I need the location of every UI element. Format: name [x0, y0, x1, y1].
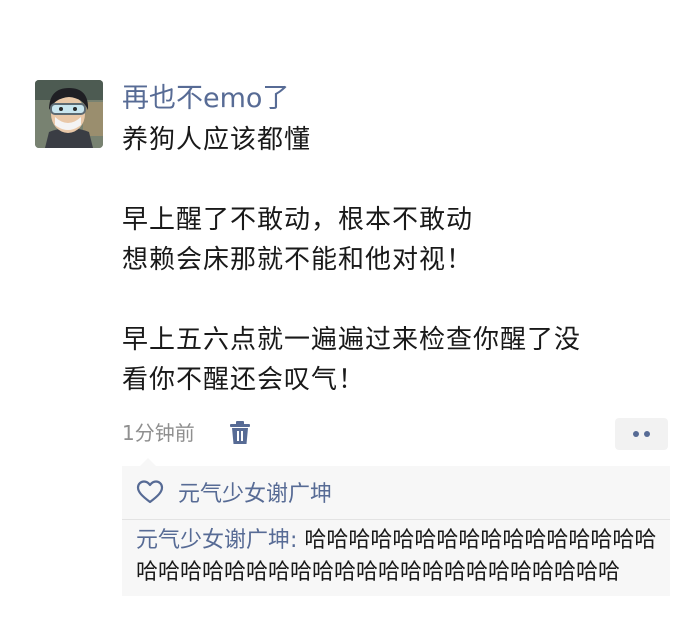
comment-separator: :: [290, 528, 305, 553]
post-line: 早上醒了不敢动，根本不敢动: [122, 205, 474, 235]
post-content: 养狗人应该都懂 早上醒了不敢动，根本不敢动 想赖会床那就不能和他对视！ 早上五六…: [122, 120, 662, 400]
more-dots-icon: [644, 431, 650, 437]
post-line: 想赖会床那就不能和他对视！: [122, 245, 474, 275]
comment-author[interactable]: 元气少女谢广坤: [136, 528, 290, 553]
panel-arrow: [140, 458, 156, 466]
comment-item[interactable]: 元气少女谢广坤: 哈哈哈哈哈哈哈哈哈哈哈哈哈哈哈哈哈哈哈哈哈哈哈哈哈哈哈哈哈哈哈…: [136, 525, 670, 589]
divider: [122, 519, 670, 520]
more-button[interactable]: [615, 418, 668, 450]
post-line: 养狗人应该都懂: [122, 125, 312, 155]
interaction-panel: 元气少女谢广坤 元气少女谢广坤: 哈哈哈哈哈哈哈哈哈哈哈哈哈哈哈哈哈哈哈哈哈哈哈…: [122, 458, 670, 596]
moments-post: 再也不emo了 养狗人应该都懂 早上醒了不敢动，根本不敢动 想赖会床那就不能和他…: [0, 0, 690, 620]
post-time: 1分钟前: [122, 421, 195, 445]
author-name[interactable]: 再也不emo了: [122, 80, 289, 118]
trash-icon[interactable]: [229, 421, 251, 445]
liker-name[interactable]: 元气少女谢广坤: [178, 476, 332, 508]
post-line: 看你不醒还会叹气！: [122, 365, 366, 395]
avatar-image: [35, 80, 103, 148]
heart-outline-icon: [136, 480, 164, 504]
like-list: 元气少女谢广坤: [136, 472, 332, 512]
more-dots-icon: [633, 431, 639, 437]
post-line: 早上五六点就一遍遍过来检查你醒了没: [122, 325, 582, 355]
avatar[interactable]: [35, 80, 103, 148]
